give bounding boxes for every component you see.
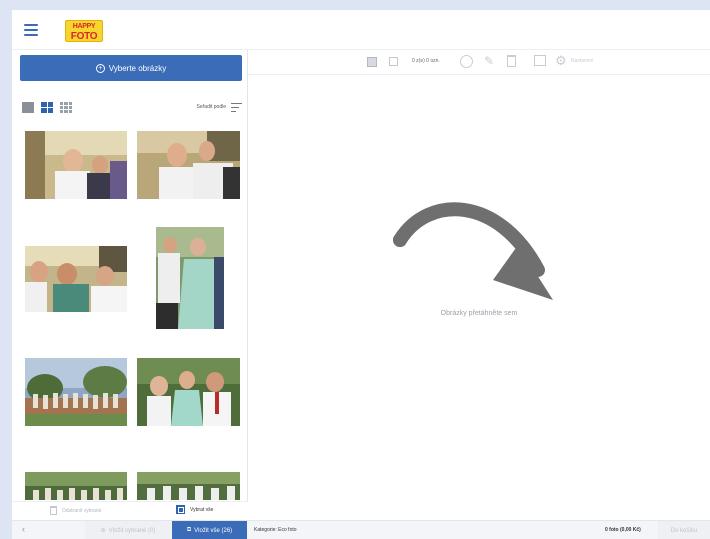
add-to-cart-button[interactable]: Do košíku: [658, 521, 710, 539]
insert-all-label: Vložit vše (26): [194, 527, 233, 534]
copy-icon[interactable]: [389, 57, 398, 66]
add-circle-icon: +: [95, 63, 105, 73]
select-all-icon: [176, 505, 185, 514]
drop-arrow-icon: [393, 202, 553, 300]
top-bar: HAPPY FOTO: [12, 10, 710, 50]
duplicate-icon[interactable]: [367, 57, 377, 67]
insert-all-icon: ⧉: [186, 527, 192, 533]
sort-label[interactable]: Seřadit podle: [197, 104, 226, 110]
editor-toolbar: 0 z(e) 0 ozn. ✎ ⚙ Nastavení: [248, 50, 710, 75]
app-frame: HAPPY FOTO + Vyberte obrázky Seřadit pod…: [12, 10, 710, 539]
insert-selected-label: Vložit vybrané (0): [108, 527, 156, 534]
photo-thumbnail[interactable]: [25, 246, 127, 312]
cart-label: Do košíku: [670, 527, 698, 534]
photo-thumbnail[interactable]: [25, 358, 127, 426]
insert-selected-button[interactable]: ⊕ Vložit vybrané (0): [85, 521, 171, 539]
selection-count: 0 z(e) 0 ozn.: [412, 58, 440, 64]
photo-thumbnail[interactable]: [156, 227, 224, 329]
menu-icon[interactable]: [24, 24, 38, 36]
category-label: Kategorie: Eco foto: [254, 527, 297, 533]
settings-label[interactable]: Nastavení: [571, 58, 594, 64]
photo-thumbnail[interactable]: [25, 472, 127, 500]
delete-selected-label: Odstranit vybrané: [62, 507, 102, 514]
trash-icon: [50, 506, 57, 515]
logo-line1: HAPPY: [72, 23, 96, 30]
view-grid-3-icon[interactable]: [60, 102, 72, 113]
logo-line2: FOTO: [70, 31, 98, 42]
pen-icon[interactable]: ✎: [484, 54, 494, 68]
view-single-icon[interactable]: [22, 102, 34, 113]
sort-icon[interactable]: [231, 103, 242, 112]
trash-icon[interactable]: [507, 55, 516, 67]
view-grid-2-icon[interactable]: [41, 102, 53, 113]
photo-thumbnail[interactable]: [137, 472, 240, 500]
drop-hint: Obrázky přetáhněte sem: [440, 310, 518, 317]
selection-actions: Odstranit vybrané Vybrat vše: [12, 501, 248, 520]
plus-icon: ⊕: [100, 528, 106, 534]
footer-bar: ‹ ⊕ Vložit vybrané (0) ⧉ Vložit vše (26)…: [12, 520, 710, 539]
photo-thumbnail[interactable]: [25, 131, 127, 199]
photo-thumbnail[interactable]: [137, 131, 240, 199]
view-controls: Seřadit podle: [22, 102, 242, 114]
select-images-button[interactable]: + Vyberte obrázky: [20, 55, 242, 81]
select-all-label: Vybrat vše: [190, 506, 214, 513]
canvas-area[interactable]: 0 z(e) 0 ozn. ✎ ⚙ Nastavení Obrázky přet…: [248, 50, 710, 520]
back-button[interactable]: ‹: [22, 524, 25, 534]
photo-sidebar: + Vyberte obrázky Seřadit podle Odstrani…: [12, 50, 248, 520]
happy-foto-logo[interactable]: HAPPY FOTO: [65, 20, 103, 42]
crop-icon[interactable]: [534, 55, 546, 66]
insert-all-button[interactable]: ⧉ Vložit vše (26): [172, 521, 247, 539]
delete-selected-button[interactable]: Odstranit vybrané: [50, 506, 101, 515]
select-images-label: Vyberte obrázky: [108, 63, 167, 73]
clock-icon[interactable]: [460, 55, 473, 68]
photo-grid[interactable]: [12, 120, 248, 500]
gear-icon[interactable]: ⚙: [555, 53, 567, 69]
photo-thumbnail[interactable]: [137, 358, 240, 426]
photo-count-price: 0 foto (0,00 Kč): [605, 527, 641, 533]
select-all-button[interactable]: Vybrat vše: [176, 505, 213, 514]
